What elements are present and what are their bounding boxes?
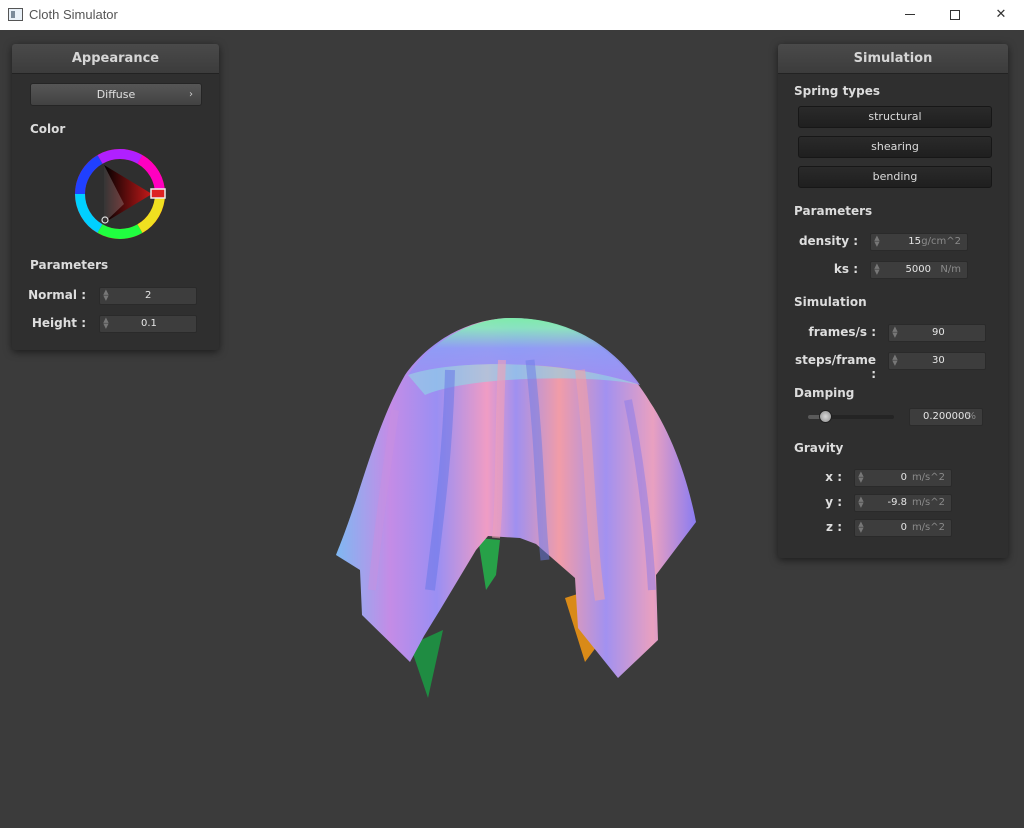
minimize-button[interactable]	[887, 0, 933, 30]
close-icon: ✕	[995, 7, 1007, 22]
gravity-z-input[interactable]: ▲ ▼ 0 m/s^2	[854, 519, 952, 537]
shader-dropdown[interactable]: Diffuse ›	[30, 83, 202, 106]
spring-shearing-toggle[interactable]: shearing	[798, 136, 992, 158]
damping-slider-handle[interactable]	[819, 410, 833, 423]
height-label: Height :	[31, 316, 86, 330]
spinner-icon[interactable]: ▲ ▼	[892, 326, 898, 340]
gravity-z-unit: m/s^2	[911, 522, 945, 533]
gravity-y-input[interactable]: ▲ ▼ -9.8 m/s^2	[854, 494, 952, 512]
color-wheel[interactable]	[74, 148, 166, 240]
density-value: 15	[908, 236, 921, 247]
close-button[interactable]: ✕	[978, 0, 1024, 30]
frames-value: 90	[932, 327, 945, 338]
ks-input[interactable]: ▲ ▼ 5000 N/m	[870, 261, 968, 279]
damping-value: 0.200000	[923, 411, 971, 422]
ks-value: 5000	[905, 264, 931, 275]
damping-label: Damping	[794, 386, 855, 400]
frames-input[interactable]: ▲ ▼ 90	[888, 324, 986, 342]
normal-value: 2	[145, 290, 152, 301]
app-icon	[8, 8, 23, 21]
simulation-title: Simulation	[778, 44, 1008, 74]
gravity-x-label: x :	[825, 470, 842, 484]
spring-types-label: Spring types	[794, 84, 881, 98]
ks-unit: N/m	[940, 264, 961, 275]
gravity-x-unit: m/s^2	[911, 472, 945, 483]
gravity-y-label: y :	[825, 495, 842, 509]
gravity-y-unit: m/s^2	[911, 497, 945, 508]
height-input[interactable]: ▲ ▼ 0.1	[99, 315, 197, 333]
simulation-section-label: Simulation	[794, 295, 867, 309]
color-label: Color	[30, 122, 66, 136]
appearance-title: Appearance	[12, 44, 219, 74]
steps-input[interactable]: ▲ ▼ 30	[888, 352, 986, 370]
steps-value: 30	[932, 355, 945, 366]
damping-unit: %	[966, 411, 976, 422]
spinner-icon[interactable]: ▲ ▼	[892, 354, 898, 368]
height-value: 0.1	[141, 318, 157, 329]
window-title: Cloth Simulator	[29, 7, 118, 22]
spinner-icon[interactable]: ▲ ▼	[858, 471, 864, 485]
maximize-icon	[950, 9, 960, 20]
simulation-parameters-label: Parameters	[794, 204, 873, 218]
damping-input[interactable]: 0.200000 %	[909, 408, 983, 426]
gravity-x-value: 0	[900, 472, 907, 483]
spinner-icon[interactable]: ▲ ▼	[874, 263, 880, 277]
gravity-y-value: -9.8	[887, 497, 907, 508]
simulation-panel: Simulation Spring types structural shear…	[778, 44, 1008, 558]
gravity-z-value: 0	[900, 522, 907, 533]
minimize-icon	[905, 14, 915, 15]
chevron-right-icon: ›	[189, 89, 193, 100]
gravity-label: Gravity	[794, 441, 844, 455]
gravity-x-input[interactable]: ▲ ▼ 0 m/s^2	[854, 469, 952, 487]
gravity-z-label: z :	[826, 520, 842, 534]
shader-dropdown-value: Diffuse	[96, 88, 136, 101]
ks-label: ks :	[833, 262, 858, 276]
frames-label: frames/s :	[808, 325, 876, 339]
window-titlebar: Cloth Simulator ✕	[0, 0, 1024, 30]
normal-label: Normal :	[28, 288, 86, 302]
maximize-button[interactable]	[932, 0, 978, 30]
density-unit: g/cm^2	[921, 236, 961, 247]
spring-bending-toggle[interactable]: bending	[798, 166, 992, 188]
spinner-icon[interactable]: ▲ ▼	[858, 496, 864, 510]
steps-label: steps/frame :	[794, 353, 876, 381]
spinner-icon[interactable]: ▲ ▼	[874, 235, 880, 249]
normal-input[interactable]: ▲ ▼ 2	[99, 287, 197, 305]
density-label: density :	[798, 234, 858, 248]
spring-structural-toggle[interactable]: structural	[798, 106, 992, 128]
appearance-parameters-label: Parameters	[30, 258, 109, 272]
spinner-icon[interactable]: ▲ ▼	[103, 317, 109, 331]
spinner-icon[interactable]: ▲ ▼	[103, 289, 109, 303]
spinner-icon[interactable]: ▲ ▼	[858, 521, 864, 535]
density-input[interactable]: ▲ ▼ 15 g/cm^2	[870, 233, 968, 251]
appearance-panel: Appearance Diffuse › Color Parameters No…	[12, 44, 219, 350]
